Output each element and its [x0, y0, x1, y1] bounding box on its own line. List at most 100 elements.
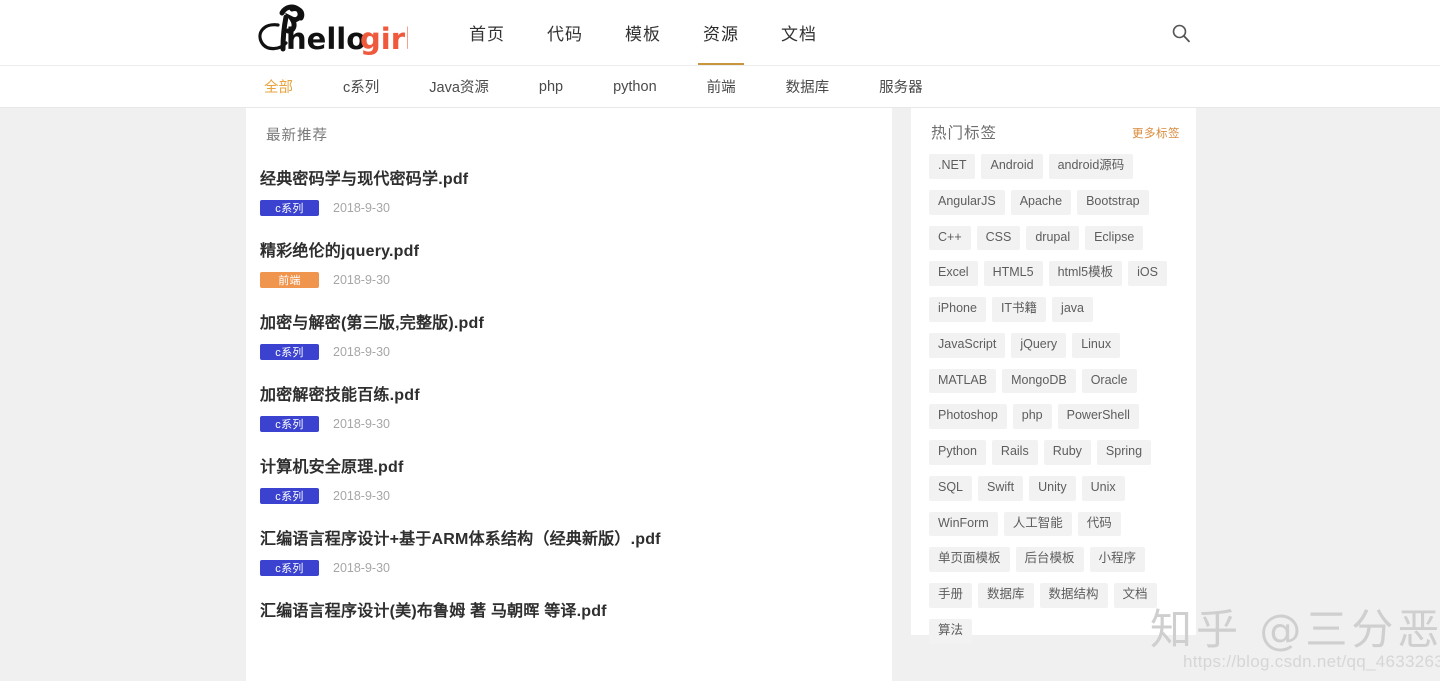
tag-item[interactable]: MATLAB [929, 368, 997, 394]
svg-text:hello: hello [286, 22, 366, 56]
tag-item[interactable]: Unity [1029, 475, 1076, 501]
subnav-item-java[interactable]: Java资源 [429, 76, 489, 97]
tag-item[interactable]: Rails [991, 440, 1038, 465]
tag-item[interactable]: Oracle [1081, 368, 1137, 394]
resource-date: 2018-9-30 [333, 345, 390, 359]
tag-item[interactable]: Python [929, 440, 986, 465]
subnav-item-database[interactable]: 数据库 [786, 76, 830, 97]
tag-item[interactable]: Linux [1072, 332, 1121, 358]
tag-item[interactable]: C++ [929, 225, 971, 251]
more-tags-link[interactable]: 更多标签 [1132, 125, 1180, 141]
main-nav: 首页 代码 模板 资源 文档 [448, 0, 838, 65]
list-item[interactable]: 加密解密技能百练.pdf c系列 2018-9-30 [246, 370, 892, 442]
nav-item-code[interactable]: 代码 [526, 0, 604, 65]
resource-date: 2018-9-30 [333, 561, 390, 575]
tag-item[interactable]: 手册 [929, 583, 973, 608]
nav-item-label: 首页 [469, 25, 505, 44]
tag-item[interactable]: Unix [1081, 475, 1125, 501]
resource-meta: c系列 2018-9-30 [260, 344, 892, 360]
subnav-item-frontend[interactable]: 前端 [707, 76, 736, 97]
tag-item[interactable]: AngularJS [929, 189, 1005, 215]
resource-title[interactable]: 加密与解密(第三版,完整版).pdf [260, 309, 892, 333]
tag-item[interactable]: Bootstrap [1077, 189, 1149, 215]
page-body: 最新推荐 经典密码学与现代密码学.pdf c系列 2018-9-30 精彩绝伦的… [0, 108, 1440, 681]
tag-item[interactable]: jQuery [1011, 332, 1067, 358]
resource-title[interactable]: 精彩绝伦的jquery.pdf [260, 237, 892, 261]
tag-item[interactable]: .NET [929, 154, 976, 179]
resource-meta: c系列 2018-9-30 [260, 488, 892, 504]
category-badge[interactable]: c系列 [260, 560, 319, 576]
tag-item[interactable]: 人工智能 [1003, 511, 1072, 537]
category-badge[interactable]: c系列 [260, 200, 319, 216]
resource-list: 经典密码学与现代密码学.pdf c系列 2018-9-30 精彩绝伦的jquer… [246, 154, 892, 631]
tag-item[interactable]: IT书籍 [991, 297, 1047, 322]
list-item[interactable]: 经典密码学与现代密码学.pdf c系列 2018-9-30 [246, 154, 892, 226]
resource-date: 2018-9-30 [333, 489, 390, 503]
site-header: hello girl 首页 代码 模板 资源 文档 [0, 0, 1440, 65]
resource-title[interactable]: 汇编语言程序设计+基于ARM体系结构（经典新版）.pdf [260, 525, 892, 549]
list-item[interactable]: 汇编语言程序设计+基于ARM体系结构（经典新版）.pdf c系列 2018-9-… [246, 514, 892, 586]
subnav-item-c[interactable]: c系列 [343, 76, 379, 97]
nav-item-template[interactable]: 模板 [604, 0, 682, 65]
site-logo[interactable]: hello girl [248, 3, 415, 61]
resource-title[interactable]: 加密解密技能百练.pdf [260, 381, 892, 405]
tag-item[interactable]: Apache [1010, 189, 1072, 215]
category-badge[interactable]: c系列 [260, 416, 319, 432]
category-badge[interactable]: 前端 [260, 272, 319, 288]
tag-item[interactable]: MongoDB [1002, 368, 1076, 394]
nav-item-home[interactable]: 首页 [448, 0, 526, 65]
subnav-item-python[interactable]: python [613, 79, 657, 95]
tag-item[interactable]: java [1052, 297, 1093, 322]
subnav-item-all[interactable]: 全部 [264, 76, 293, 97]
resource-title[interactable]: 汇编语言程序设计(美)布鲁姆 著 马朝晖 等译.pdf [260, 597, 892, 621]
tag-item[interactable]: html5模板 [1048, 261, 1123, 286]
tag-item[interactable]: 数据结构 [1039, 583, 1108, 608]
tag-item[interactable]: PowerShell [1057, 404, 1139, 429]
list-item[interactable]: 精彩绝伦的jquery.pdf 前端 2018-9-30 [246, 226, 892, 298]
tag-item[interactable]: CSS [976, 225, 1021, 251]
search-button[interactable] [1166, 18, 1196, 48]
tag-item[interactable]: 单页面模板 [929, 547, 1010, 572]
tag-item[interactable]: 后台模板 [1015, 547, 1084, 572]
resource-title[interactable]: 计算机安全原理.pdf [260, 453, 892, 477]
list-item[interactable]: 计算机安全原理.pdf c系列 2018-9-30 [246, 442, 892, 514]
svg-text:girl: girl [360, 22, 408, 56]
category-badge[interactable]: c系列 [260, 344, 319, 360]
subnav-item-php[interactable]: php [539, 79, 563, 95]
tag-item[interactable]: 代码 [1077, 511, 1121, 537]
nav-item-docs[interactable]: 文档 [760, 0, 838, 65]
nav-item-label: 文档 [781, 25, 817, 44]
tag-item[interactable]: android源码 [1048, 154, 1134, 179]
tag-item[interactable]: SQL [929, 475, 973, 501]
nav-item-label: 模板 [625, 25, 661, 44]
tag-item[interactable]: 文档 [1113, 583, 1157, 608]
subnav-item-server[interactable]: 服务器 [879, 76, 923, 97]
tag-item[interactable]: Spring [1096, 440, 1152, 465]
tag-item[interactable]: HTML5 [983, 261, 1043, 286]
nav-item-label: 代码 [547, 25, 583, 44]
list-item[interactable]: 加密与解密(第三版,完整版).pdf c系列 2018-9-30 [246, 298, 892, 370]
tag-item[interactable]: iOS [1128, 261, 1167, 286]
tag-item[interactable]: php [1012, 404, 1052, 429]
list-item[interactable]: 汇编语言程序设计(美)布鲁姆 著 马朝晖 等译.pdf [246, 586, 892, 631]
resource-date: 2018-9-30 [333, 273, 390, 287]
tag-item[interactable]: Swift [978, 475, 1024, 501]
tag-item[interactable]: Eclipse [1085, 225, 1144, 251]
tag-item[interactable]: Photoshop [929, 404, 1007, 429]
category-subnav: 全部 c系列 Java资源 php python 前端 数据库 服务器 [0, 65, 1440, 108]
tag-item[interactable]: 小程序 [1089, 547, 1146, 572]
tag-item[interactable]: iPhone [929, 297, 986, 322]
tag-item[interactable]: Ruby [1043, 440, 1091, 465]
tag-item[interactable]: Excel [929, 261, 978, 286]
tag-item[interactable]: 算法 [929, 618, 973, 644]
tag-item[interactable]: 数据库 [978, 583, 1034, 608]
category-badge[interactable]: c系列 [260, 488, 319, 504]
tag-item[interactable]: drupal [1026, 225, 1080, 251]
nav-item-resources[interactable]: 资源 [682, 0, 760, 65]
tag-item[interactable]: JavaScript [929, 332, 1006, 358]
resource-meta: c系列 2018-9-30 [260, 416, 892, 432]
tag-item[interactable]: Android [981, 154, 1043, 179]
tag-item[interactable]: WinForm [929, 511, 998, 537]
resource-title[interactable]: 经典密码学与现代密码学.pdf [260, 165, 892, 189]
search-icon [1172, 24, 1190, 43]
